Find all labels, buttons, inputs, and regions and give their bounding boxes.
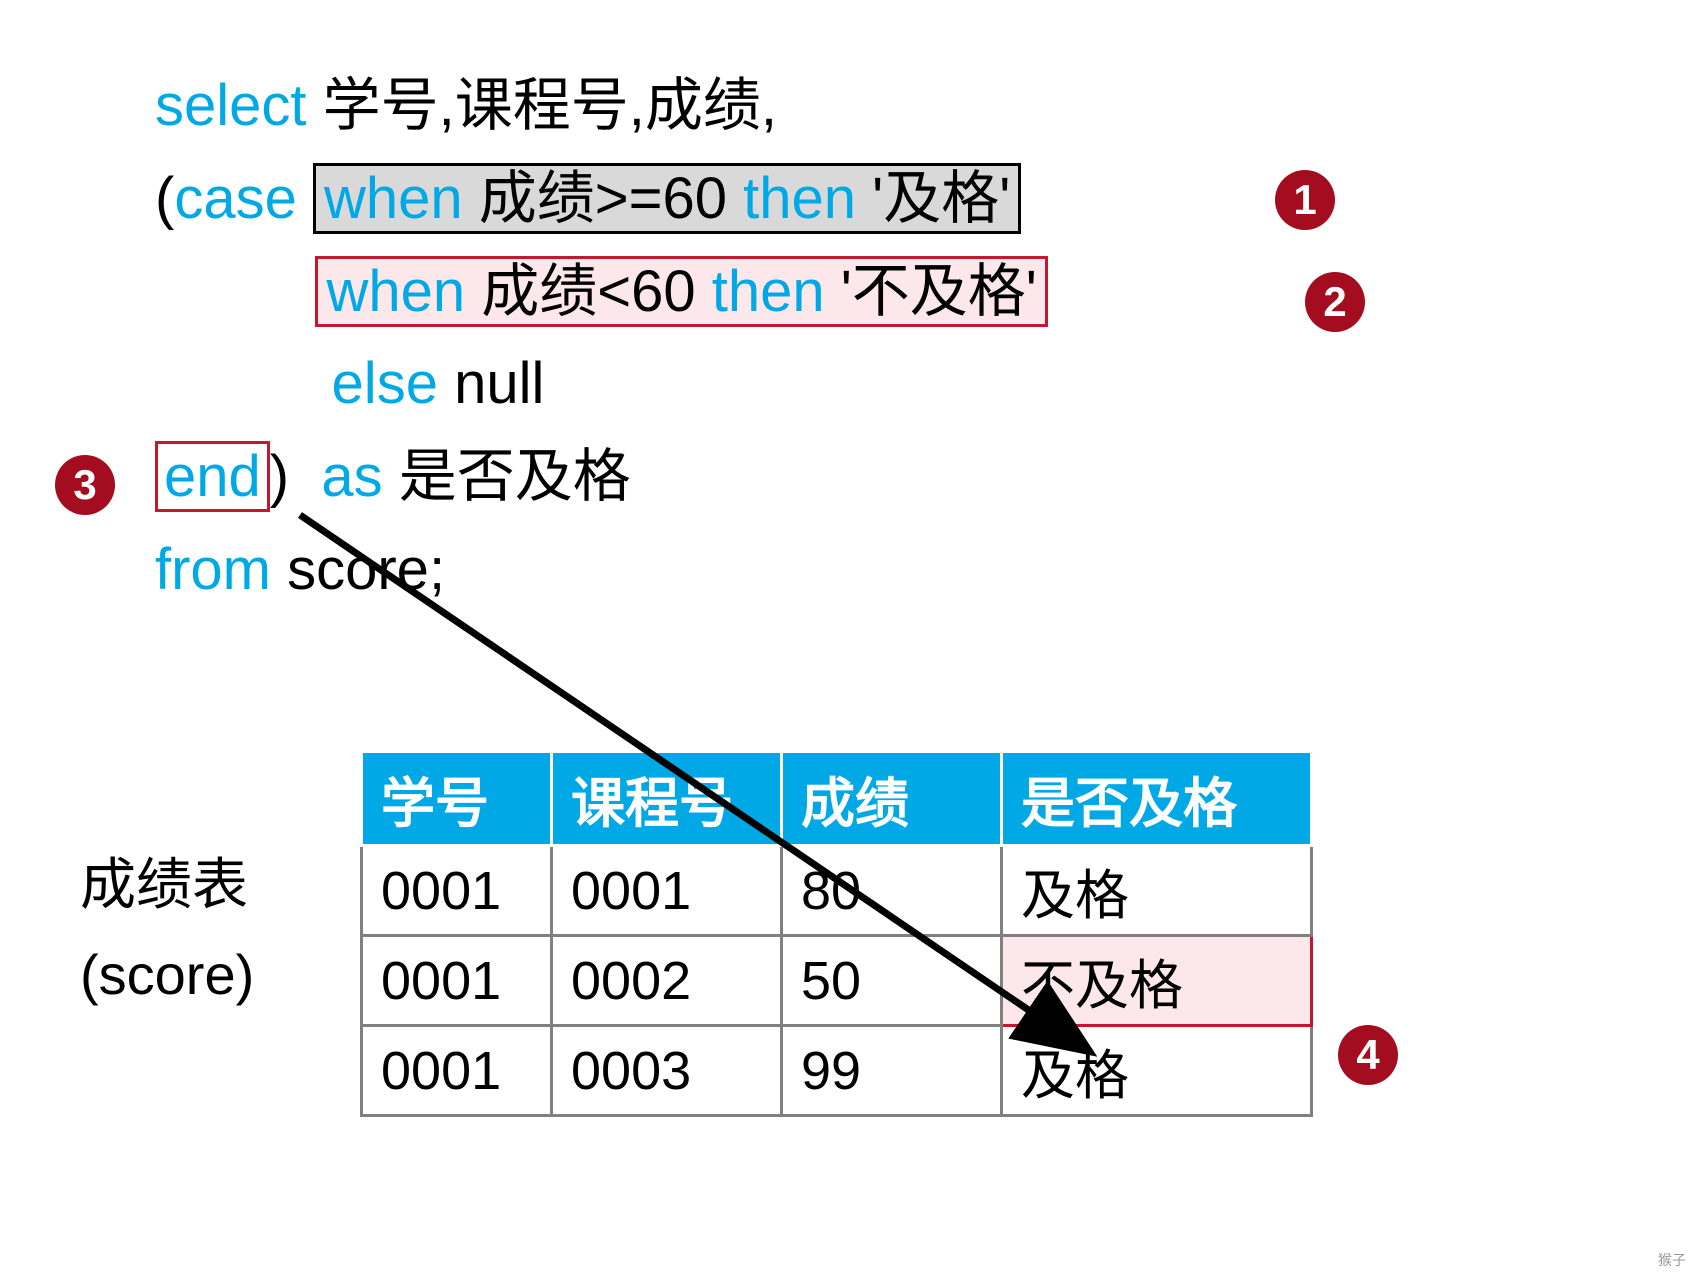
sql-code-block: select 学号,课程号,成绩, (case when 成绩>=60 then… xyxy=(155,60,1048,617)
sql-line-3: (.when 成绩<60 then '不及格' xyxy=(280,246,1048,339)
kw-when-2: when xyxy=(326,259,465,324)
kw-from: from xyxy=(155,537,271,602)
alias: 是否及格 xyxy=(383,444,631,509)
kw-select: select xyxy=(155,73,307,138)
badge-4: 4 xyxy=(1338,1025,1398,1085)
sql-line-2: (case when 成绩>=60 then '及格' xyxy=(155,153,1048,246)
table-label-line2: (score) xyxy=(80,943,254,1006)
th-student-id: 学号 xyxy=(362,752,552,846)
cell-score: 50 xyxy=(782,936,1002,1026)
th-score: 成绩 xyxy=(782,752,1002,846)
val-2: '不及格' xyxy=(825,259,1037,324)
sql-line-4: (. else null xyxy=(280,338,1048,431)
sql-columns: 学号,课程号,成绩, xyxy=(307,73,777,138)
kw-else: else xyxy=(332,351,438,416)
kw-end: end xyxy=(164,444,261,509)
paren-close: ) xyxy=(270,444,289,509)
else-val: null xyxy=(438,351,544,416)
table-row: 0001 0002 50 不及格 xyxy=(362,936,1312,1026)
when-clause-2: when 成绩<60 then '不及格' xyxy=(315,256,1047,327)
cell-student-id: 0001 xyxy=(362,846,552,936)
kw-then-1: then xyxy=(743,166,856,231)
sql-line-5: end) as 是否及格 xyxy=(155,431,1048,524)
sql-line-1: select 学号,课程号,成绩, xyxy=(155,60,1048,153)
cell-pass: 及格 xyxy=(1002,1026,1312,1116)
cell-course-id: 0001 xyxy=(552,846,782,936)
when-clause-1: when 成绩>=60 then '及格' xyxy=(313,163,1021,234)
table-row: 0001 0003 99 及格 xyxy=(362,1026,1312,1116)
badge-1: 1 xyxy=(1275,170,1335,230)
kw-when-1: when xyxy=(324,166,463,231)
table-row: 0001 0001 80 及格 xyxy=(362,846,1312,936)
cell-score: 80 xyxy=(782,846,1002,936)
cell-student-id: 0001 xyxy=(362,936,552,1026)
table-name: score; xyxy=(271,537,445,602)
val-1: '及格' xyxy=(856,166,1010,231)
badge-3: 3 xyxy=(55,455,115,515)
table-label-line1: 成绩表 xyxy=(80,853,248,916)
cond-2: 成绩<60 xyxy=(465,259,712,324)
table-label: 成绩表 (score) xyxy=(80,840,254,1019)
kw-as: as xyxy=(321,444,382,509)
cell-pass-highlighted: 不及格 xyxy=(1002,936,1312,1026)
end-box: end xyxy=(155,441,270,512)
cell-course-id: 0003 xyxy=(552,1026,782,1116)
footer-watermark: 猴子 xyxy=(1658,1250,1686,1270)
sql-line-6: from score; xyxy=(155,524,1048,617)
cell-course-id: 0002 xyxy=(552,936,782,1026)
th-pass: 是否及格 xyxy=(1002,752,1312,846)
cell-pass: 及格 xyxy=(1002,846,1312,936)
kw-case: case xyxy=(174,166,313,231)
th-course-id: 课程号 xyxy=(552,752,782,846)
score-table: 学号 课程号 成绩 是否及格 0001 0001 80 及格 0001 0002… xyxy=(360,750,1313,1117)
badge-2: 2 xyxy=(1305,272,1365,332)
kw-then-2: then xyxy=(712,259,825,324)
paren-open: ( xyxy=(155,166,174,231)
cond-1: 成绩>=60 xyxy=(463,166,744,231)
cell-score: 99 xyxy=(782,1026,1002,1116)
cell-student-id: 0001 xyxy=(362,1026,552,1116)
table-header-row: 学号 课程号 成绩 是否及格 xyxy=(362,752,1312,846)
